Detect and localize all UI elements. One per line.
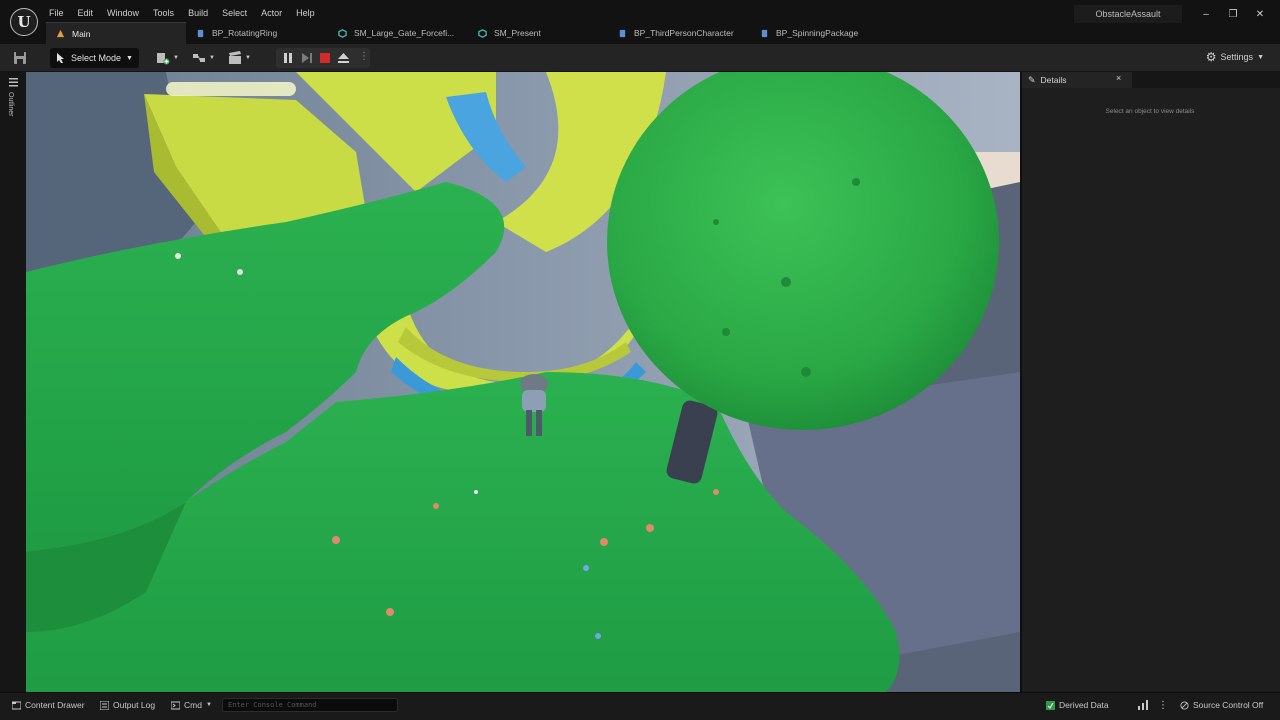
minimize-icon[interactable]: – (1194, 6, 1218, 24)
left-panel-strip: Outliner (0, 72, 26, 692)
main-toolbar: Select Mode ▼ ▼ ▼ ▼ ⋮ ⚙ Settings ▼ (0, 44, 1280, 72)
select-mode-dropdown[interactable]: Select Mode ▼ (50, 48, 139, 68)
menu-file[interactable]: File (42, 6, 71, 20)
cmd-dropdown[interactable]: Cmd ▼ (171, 693, 212, 717)
close-tab-icon[interactable]: × (1116, 73, 1121, 83)
blueprints-button[interactable]: ▼ (192, 49, 215, 67)
details-title: Details (1040, 75, 1067, 85)
blueprint-icon (197, 29, 204, 37)
settings-label: Settings (1220, 52, 1254, 62)
add-actor-icon (157, 53, 170, 65)
outliner-menu-icon[interactable] (9, 78, 18, 89)
tab-sm-large-gate[interactable]: SM_Large_Gate_Forcefi... (328, 22, 468, 44)
more-options-icon[interactable]: ⋮ (1158, 693, 1168, 717)
details-panel: ✎ Details × Select an object to view det… (1020, 72, 1280, 692)
menu-bar: File Edit Window Tools Build Select Acto… (42, 6, 322, 20)
cmd-label: Cmd (184, 700, 202, 710)
tab-bp-rotatingring[interactable]: BP_RotatingRing (186, 22, 328, 44)
clapperboard-icon (229, 51, 241, 64)
output-log-icon (100, 700, 109, 710)
outliner-tab[interactable]: Outliner (7, 92, 14, 117)
settings-button[interactable]: ⚙ Settings ▼ (1206, 50, 1264, 64)
stop-icon[interactable] (320, 53, 330, 63)
restore-icon[interactable]: ❐ (1221, 6, 1245, 24)
menu-actor[interactable]: Actor (254, 6, 289, 20)
menu-edit[interactable]: Edit (71, 6, 101, 20)
close-window-icon[interactable]: ✕ (1248, 6, 1272, 24)
tab-main[interactable]: Main (46, 22, 186, 44)
content-drawer-button[interactable]: Content Drawer (12, 693, 85, 717)
level-icon (56, 29, 65, 38)
details-tab[interactable]: ✎ Details × (1022, 72, 1132, 88)
title-bar: U File Edit Window Tools Build Select Ac… (0, 0, 1280, 44)
save-icon[interactable] (12, 50, 28, 66)
blueprint-menu-icon (193, 54, 205, 62)
content-drawer-label: Content Drawer (25, 700, 85, 710)
tab-label: Main (72, 28, 91, 39)
chevron-down-icon: ▼ (205, 702, 212, 708)
add-actor-button[interactable]: ▼ (156, 49, 179, 67)
tab-label: SM_Present (494, 28, 541, 38)
source-control-off-icon (1180, 700, 1189, 710)
menu-tools[interactable]: Tools (146, 6, 181, 20)
stats-icon[interactable] (1138, 693, 1148, 717)
eject-icon[interactable] (338, 53, 349, 63)
console-command-input[interactable]: Enter Console Command (222, 698, 398, 712)
pause-icon[interactable] (283, 53, 293, 63)
tab-bp-spinningpackage[interactable]: BP_SpinningPackage (750, 22, 890, 44)
derived-data-icon (1046, 700, 1055, 710)
menu-build[interactable]: Build (181, 6, 215, 20)
pencil-icon: ✎ (1028, 74, 1036, 85)
derived-data-button[interactable]: Derived Data (1046, 693, 1109, 717)
menu-select[interactable]: Select (215, 6, 254, 20)
blueprint-icon (619, 29, 626, 37)
project-name: ObstacleAssault (1074, 5, 1182, 23)
menu-window[interactable]: Window (100, 6, 146, 20)
gear-icon: ⚙ (1205, 50, 1217, 64)
chevron-down-icon: ▼ (1257, 53, 1264, 61)
content-drawer-icon (12, 701, 21, 709)
editor-tabs: Main BP_RotatingRing SM_Large_Gate_Force… (46, 22, 890, 44)
tab-label: BP_SpinningPackage (776, 28, 859, 38)
derived-data-label: Derived Data (1059, 700, 1109, 710)
play-controls: ⋮ (276, 48, 370, 68)
level-viewport[interactable] (26, 72, 1020, 692)
static-mesh-icon (338, 28, 347, 38)
source-control-button[interactable]: Source Control Off (1180, 693, 1263, 717)
status-bar: Content Drawer Output Log Cmd ▼ Enter Co… (0, 692, 1280, 720)
menu-help[interactable]: Help (289, 6, 322, 20)
select-mode-label: Select Mode (71, 53, 122, 63)
source-control-label: Source Control Off (1193, 700, 1264, 710)
details-empty-message: Select an object to view details (1105, 108, 1195, 115)
tab-bp-thirdpersoncharacter[interactable]: BP_ThirdPersonCharacter (608, 22, 750, 44)
tab-label: BP_RotatingRing (212, 28, 278, 38)
step-frame-icon[interactable] (302, 53, 312, 63)
output-log-label: Output Log (113, 700, 156, 710)
tab-sm-present[interactable]: SM_Present (468, 22, 608, 44)
unreal-logo-icon[interactable]: U (10, 8, 38, 36)
cursor-icon (57, 53, 64, 63)
viewport-scene (26, 72, 1020, 692)
cinematics-button[interactable]: ▼ (228, 49, 251, 67)
chevron-down-icon: ▼ (126, 54, 133, 62)
more-options-icon[interactable]: ⋮ (359, 51, 369, 62)
blueprint-icon (761, 29, 768, 37)
terminal-icon (171, 701, 180, 709)
output-log-button[interactable]: Output Log (100, 693, 155, 717)
static-mesh-icon (478, 28, 487, 38)
tab-label: SM_Large_Gate_Forcefi... (354, 28, 455, 38)
details-header: ✎ Details × (1022, 72, 1280, 88)
tab-label: BP_ThirdPersonCharacter (634, 28, 734, 38)
